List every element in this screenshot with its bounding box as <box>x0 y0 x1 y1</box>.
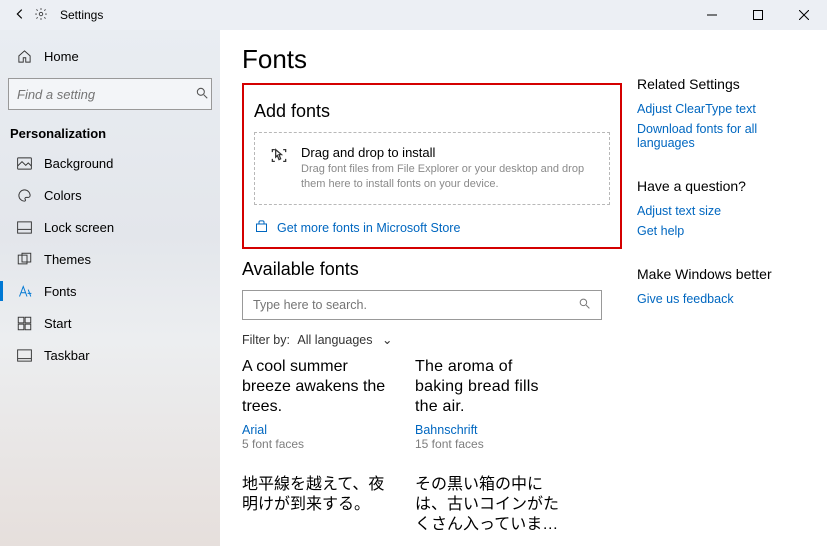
link-download-all-fonts[interactable]: Download fonts for all languages <box>637 122 811 150</box>
get-fonts-store-link[interactable]: Get more fonts in Microsoft Store <box>254 219 610 237</box>
store-icon <box>254 219 269 237</box>
font-sample-text: その黒い箱の中には、古いコインがたくさん入っていま… <box>415 475 560 535</box>
sidebar-item-label: Fonts <box>44 284 77 299</box>
make-windows-better-heading: Make Windows better <box>637 266 811 282</box>
sidebar: Home Personalization Background Colors L… <box>0 30 220 546</box>
sidebar-item-colors[interactable]: Colors <box>8 179 212 211</box>
font-search-box[interactable] <box>242 290 602 320</box>
sidebar-item-label: Themes <box>44 252 91 267</box>
sidebar-home[interactable]: Home <box>8 40 212 72</box>
related-settings-heading: Related Settings <box>637 76 811 92</box>
settings-gear-icon <box>34 7 54 24</box>
font-tile-jp1[interactable]: 地平線を越えて、夜明けが到来する。 <box>242 475 387 541</box>
sidebar-item-label: Start <box>44 316 71 331</box>
sidebar-item-label: Background <box>44 156 113 171</box>
find-setting-input[interactable] <box>17 87 195 102</box>
font-tile-arial[interactable]: A cool summer breeze awakens the trees. … <box>242 357 387 451</box>
font-samples-row-1: A cool summer breeze awakens the trees. … <box>242 357 609 451</box>
font-name: Arial <box>242 423 387 437</box>
sidebar-item-start[interactable]: Start <box>8 307 212 339</box>
sidebar-item-fonts[interactable]: Fonts <box>8 275 212 307</box>
sidebar-item-label: Taskbar <box>44 348 90 363</box>
sidebar-item-themes[interactable]: Themes <box>8 243 212 275</box>
font-sample-text: 地平線を越えて、夜明けが到来する。 <box>242 475 387 515</box>
sidebar-item-taskbar[interactable]: Taskbar <box>8 339 212 371</box>
lock-screen-icon <box>16 221 32 234</box>
link-give-feedback[interactable]: Give us feedback <box>637 292 811 306</box>
sidebar-home-label: Home <box>44 49 79 64</box>
minimize-button[interactable] <box>689 0 735 30</box>
add-fonts-heading: Add fonts <box>254 101 610 122</box>
link-adjust-text-size[interactable]: Adjust text size <box>637 204 811 218</box>
home-icon <box>16 49 32 64</box>
fonts-icon <box>16 284 32 299</box>
font-sample-text: A cool summer breeze awakens the trees. <box>242 357 387 417</box>
themes-icon <box>16 252 32 267</box>
right-rail: Related Settings Adjust ClearType text D… <box>627 30 827 546</box>
have-question-heading: Have a question? <box>637 178 811 194</box>
back-button[interactable] <box>8 7 32 24</box>
dropzone-title: Drag and drop to install <box>301 145 595 160</box>
sidebar-item-lockscreen[interactable]: Lock screen <box>8 211 212 243</box>
sidebar-section-heading: Personalization <box>10 126 212 141</box>
start-icon <box>16 316 32 331</box>
font-sample-text: The aroma of baking bread fills the air. <box>415 357 560 417</box>
dropzone-subtitle: Drag font files from File Explorer or yo… <box>301 162 595 192</box>
sidebar-item-label: Colors <box>44 188 82 203</box>
page-title: Fonts <box>242 44 609 75</box>
font-filter[interactable]: Filter by: All languages ⌄ <box>242 332 609 347</box>
find-setting-search[interactable] <box>8 78 212 110</box>
font-name: Bahnschrift <box>415 423 560 437</box>
filter-label: Filter by: <box>242 333 290 347</box>
taskbar-icon <box>16 349 32 362</box>
close-button[interactable] <box>781 0 827 30</box>
font-faces-count: 15 font faces <box>415 437 560 451</box>
maximize-button[interactable] <box>735 0 781 30</box>
main-content: Fonts Add fonts Drag and drop to install… <box>220 30 627 546</box>
font-search-input[interactable] <box>253 298 578 312</box>
sidebar-item-background[interactable]: Background <box>8 147 212 179</box>
font-dropzone[interactable]: Drag and drop to install Drag font files… <box>254 132 610 205</box>
drag-drop-icon <box>269 145 289 172</box>
store-link-label: Get more fonts in Microsoft Store <box>277 221 460 235</box>
font-tile-jp2[interactable]: その黒い箱の中には、古いコインがたくさん入っていま… <box>415 475 560 541</box>
sidebar-item-label: Lock screen <box>44 220 114 235</box>
font-samples-row-2: 地平線を越えて、夜明けが到来する。 その黒い箱の中には、古いコインがたくさん入っ… <box>242 475 609 541</box>
link-adjust-cleartype[interactable]: Adjust ClearType text <box>637 102 811 116</box>
link-get-help[interactable]: Get help <box>637 224 811 238</box>
available-fonts-heading: Available fonts <box>242 259 609 280</box>
palette-icon <box>16 188 32 203</box>
image-icon <box>16 157 32 170</box>
add-fonts-highlight: Add fonts Drag and drop to install Drag … <box>242 83 622 249</box>
filter-value: All languages <box>297 333 372 347</box>
window-title: Settings <box>60 8 103 22</box>
font-faces-count: 5 font faces <box>242 437 387 451</box>
window-titlebar: Settings <box>0 0 827 30</box>
search-icon <box>578 297 591 313</box>
chevron-down-icon: ⌄ <box>382 333 392 347</box>
font-tile-bahnschrift[interactable]: The aroma of baking bread fills the air.… <box>415 357 560 451</box>
search-icon <box>195 86 209 103</box>
